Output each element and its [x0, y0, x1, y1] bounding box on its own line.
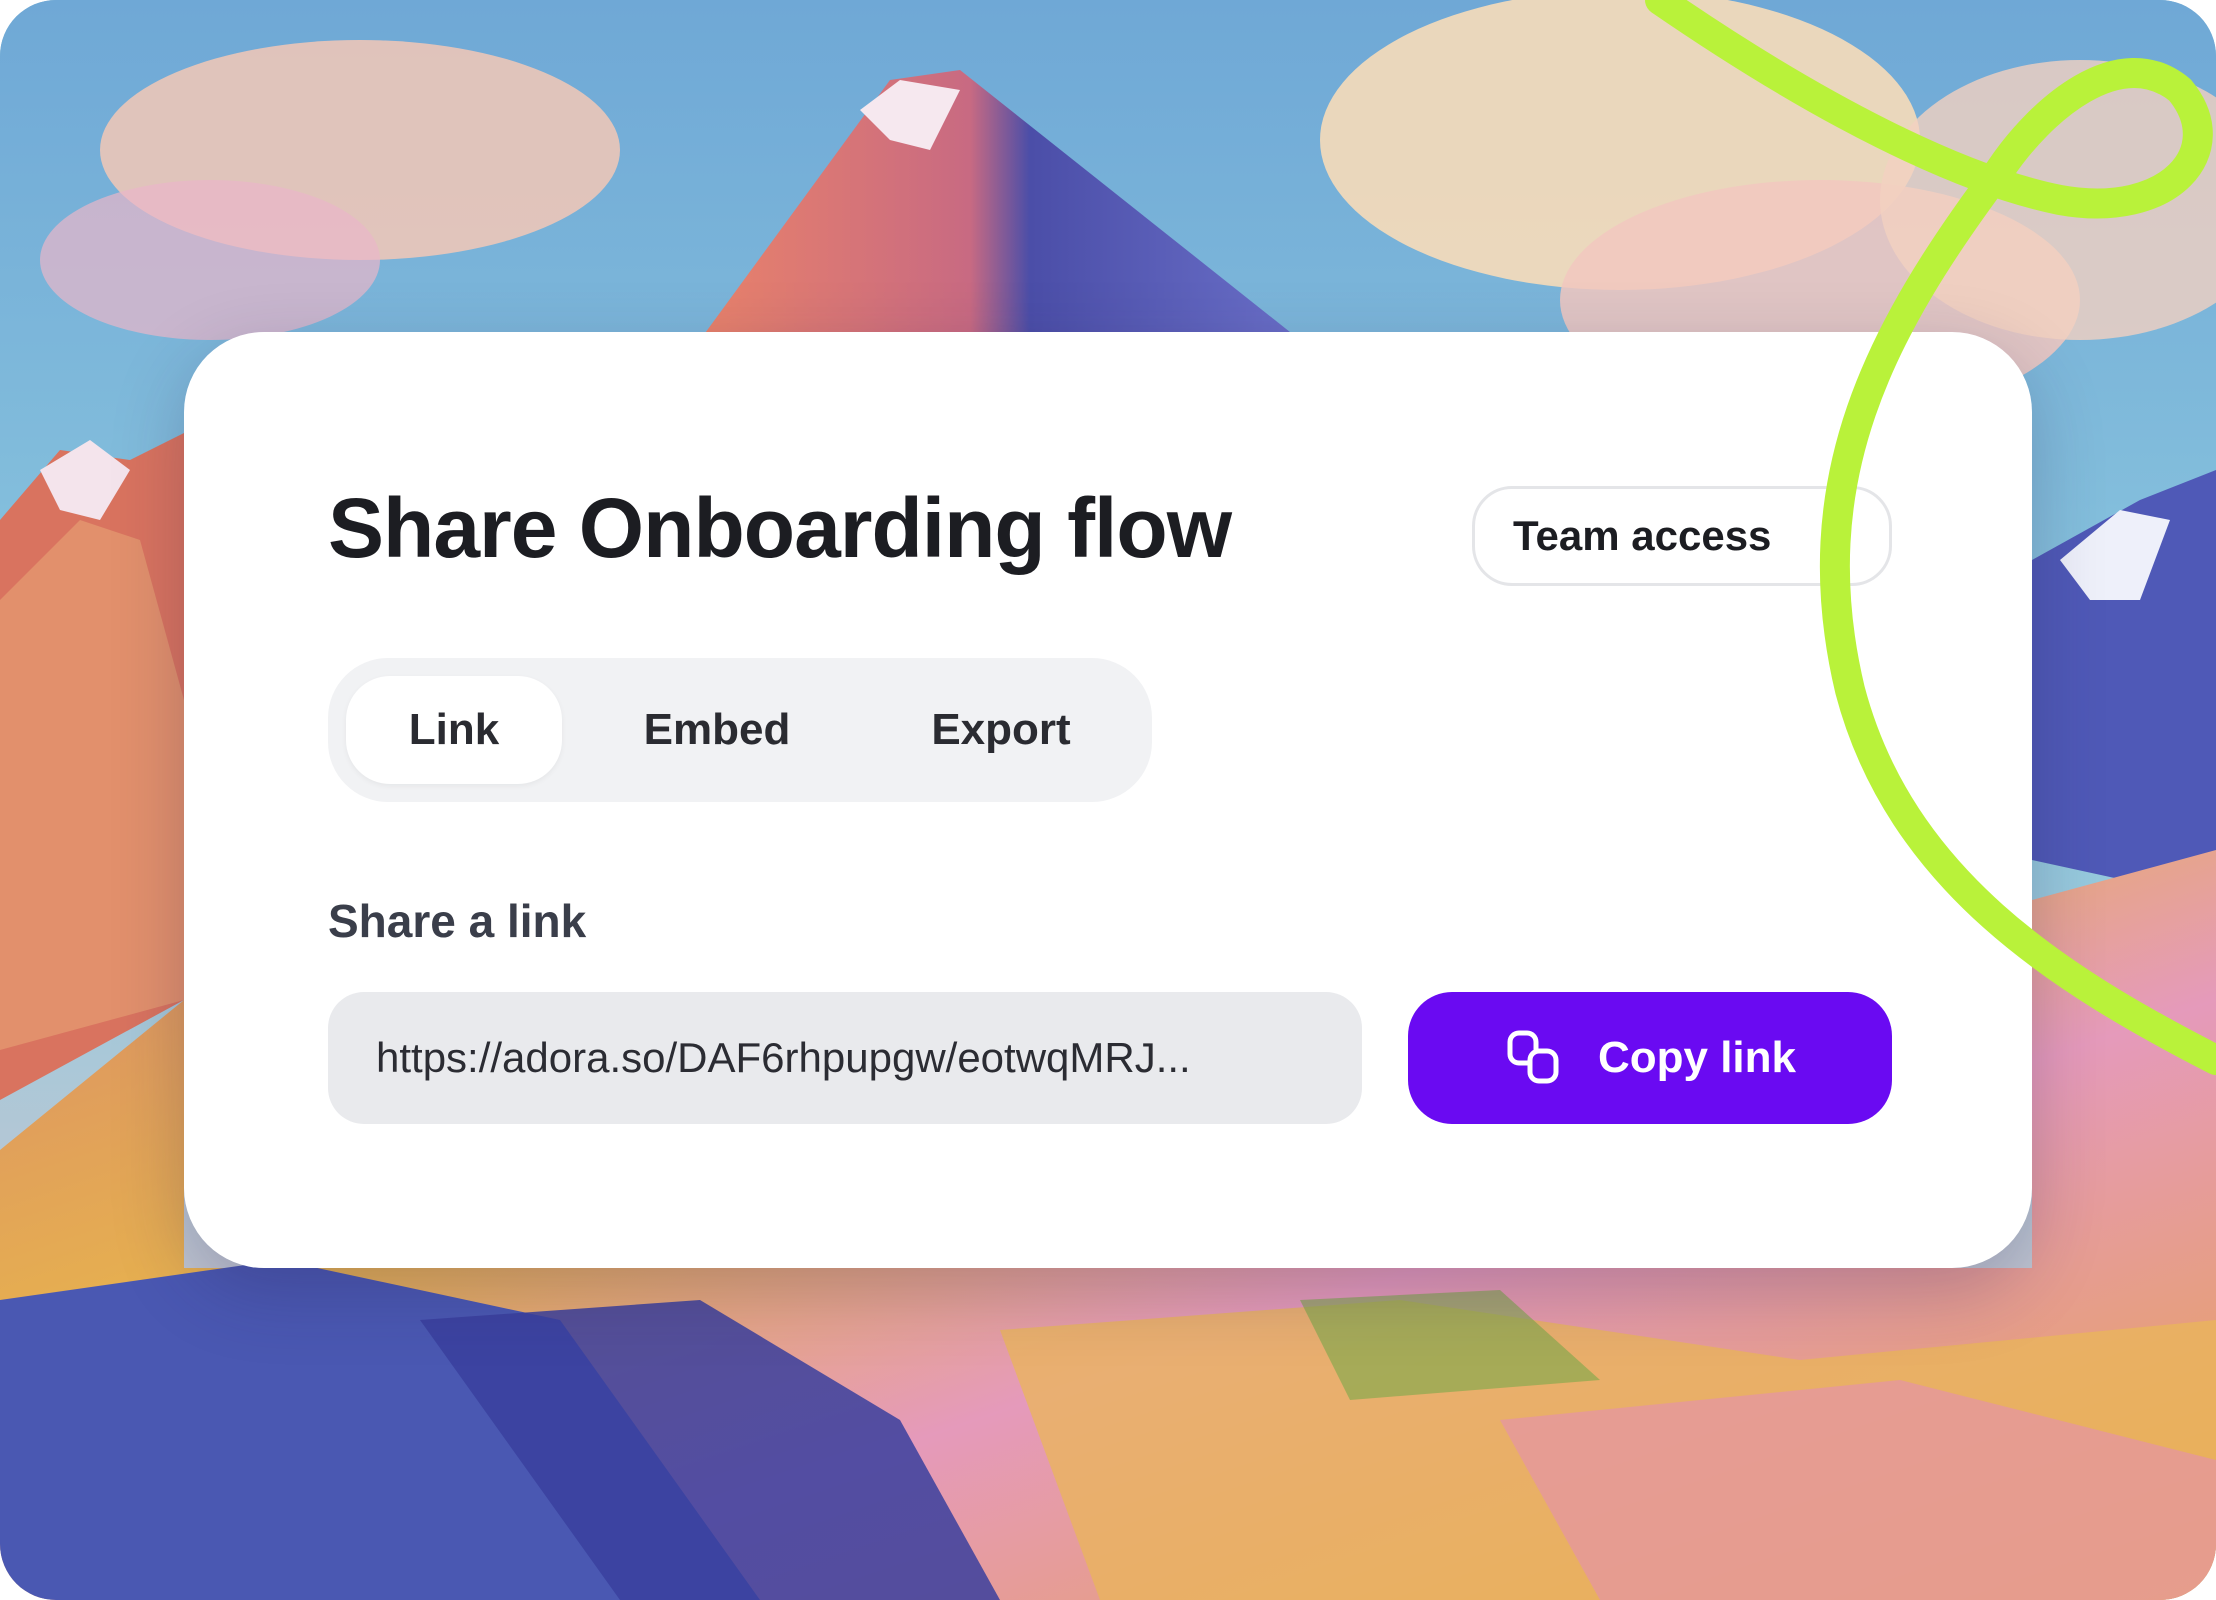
team-access-button[interactable]: Team access	[1472, 486, 1892, 586]
tab-link[interactable]: Link	[346, 676, 562, 784]
tab-export[interactable]: Export	[872, 676, 1130, 784]
background-frame: Share Onboarding flow Team access Link E…	[0, 0, 2216, 1600]
copy-icon	[1507, 1030, 1559, 1084]
share-tabs: Link Embed Export	[328, 658, 1152, 802]
share-url-value: https://adora.so/DAF6rhpupgw/eotwqMRJ...	[376, 1034, 1191, 1081]
share-dialog: Share Onboarding flow Team access Link E…	[184, 332, 2032, 1268]
tab-embed[interactable]: Embed	[578, 676, 856, 784]
dialog-title: Share Onboarding flow	[328, 481, 1232, 575]
share-link-heading: Share a link	[328, 895, 587, 947]
copy-link-label: Copy link	[1597, 1033, 1797, 1082]
copy-link-button[interactable]: Copy link	[1408, 992, 1892, 1124]
team-access-label: Team access	[1513, 512, 1772, 559]
share-url-field[interactable]: https://adora.so/DAF6rhpupgw/eotwqMRJ...	[328, 992, 1362, 1124]
